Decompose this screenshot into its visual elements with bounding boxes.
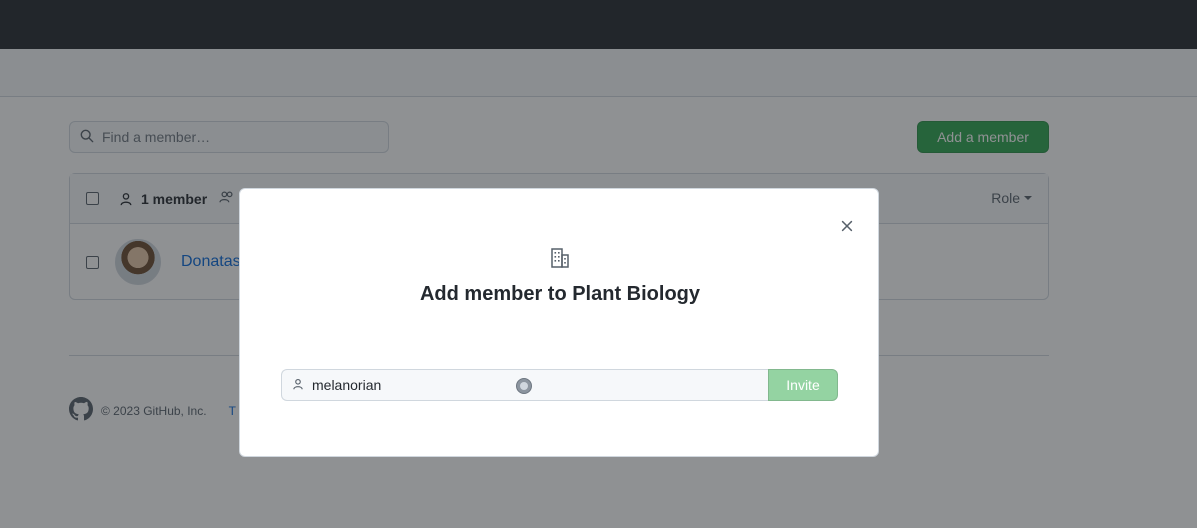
person-icon [292,377,304,393]
close-icon[interactable] [837,216,857,236]
dialog-title: Add member to Plant Biology [419,283,701,305]
invite-username-input[interactable]: melanorian [281,369,768,401]
organization-icon [548,246,572,273]
invite-button[interactable]: Invite [768,369,838,401]
invite-form: melanorian Invite [281,369,838,401]
loading-spinner-icon [516,378,532,394]
add-member-dialog: Add member to Plant Biology melanorian I… [239,188,879,457]
invite-username-value: melanorian [312,377,382,393]
